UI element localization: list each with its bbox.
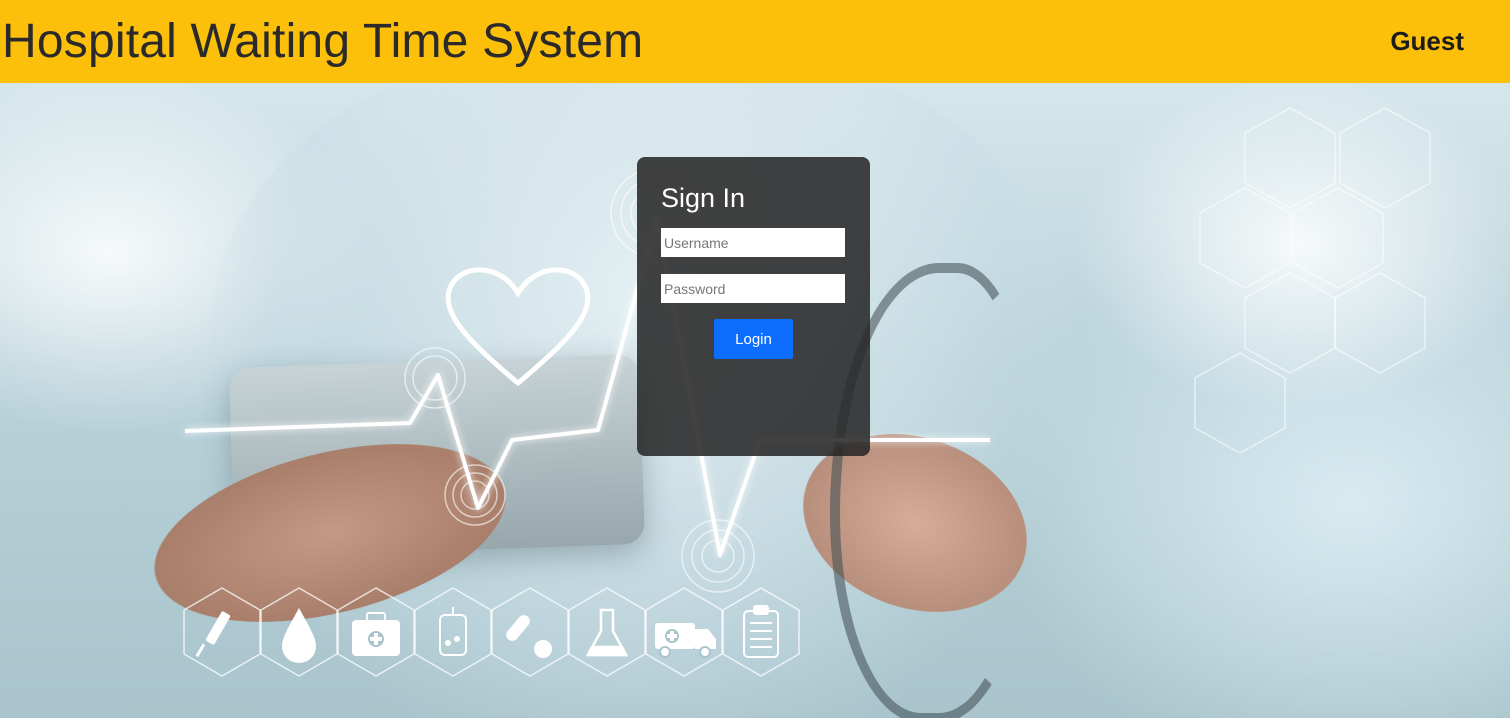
sign-in-heading: Sign In: [661, 183, 746, 213]
sign-in-card: Sign In Login: [637, 157, 870, 456]
login-button[interactable]: Login: [714, 319, 793, 359]
app-title: Hospital Waiting Time System: [2, 15, 644, 68]
flask-icon: [585, 608, 629, 657]
clipboard-icon: [743, 605, 779, 658]
syringe-icon: [195, 611, 231, 658]
password-input[interactable]: [661, 274, 845, 303]
iv-bag-icon: [439, 607, 467, 656]
ambulance-icon: [655, 623, 716, 658]
user-label[interactable]: Guest: [1390, 26, 1464, 57]
blood-drop-icon: [282, 608, 316, 663]
first-aid-kit-icon: [352, 612, 400, 656]
hexagon-grid: [1194, 107, 1431, 454]
pills-icon: [506, 615, 552, 658]
top-bar: Hospital Waiting Time System Guest: [0, 0, 1510, 83]
username-input[interactable]: [661, 228, 845, 257]
heart-icon: [445, 267, 591, 387]
